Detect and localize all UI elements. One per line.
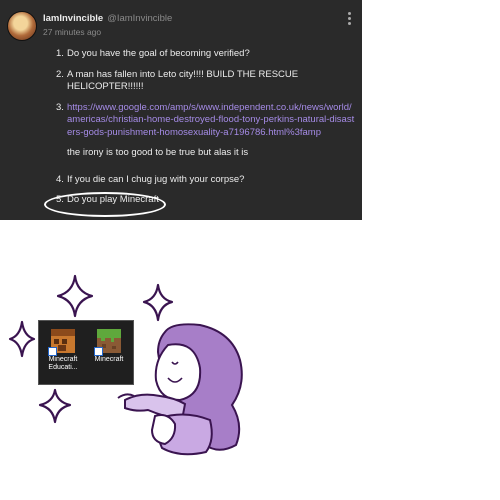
desktop-icon-label: Minecraft Educati...: [48, 356, 78, 371]
minecraft-grass-block-icon: [94, 328, 122, 356]
article-link[interactable]: https://www.google.com/amp/s/www.indepen…: [67, 102, 356, 140]
post-body: 1. Do you have the goal of becoming veri…: [56, 48, 356, 215]
sparkle-icon: [8, 320, 36, 358]
desktop-shortcuts: Minecraft Educati... Minecraft: [38, 320, 134, 385]
list-item-text: If you die can I chug jug with your corp…: [67, 173, 245, 185]
minecraft-education-icon: [48, 328, 76, 356]
shortcut-arrow-icon: [94, 347, 103, 356]
character-hand: [150, 414, 177, 446]
desktop-icon-minecraft-education[interactable]: Minecraft Educati...: [43, 328, 83, 372]
list-item-text: A man has fallen into Leto city!!!! BUIL…: [67, 68, 299, 93]
list-item: 1. Do you have the goal of becoming veri…: [56, 48, 356, 61]
desktop-icon-label: Minecraft: [94, 356, 124, 363]
list-item: 3. https://www.google.com/amp/s/www.inde…: [56, 101, 356, 140]
post-comment-text: the irony is too good to be true but ala…: [67, 147, 249, 158]
avatar[interactable]: [7, 11, 37, 41]
more-options-icon[interactable]: [344, 12, 354, 26]
sparkle-icon: [56, 274, 94, 318]
list-item: 4. If you die can I chug jug with your c…: [56, 174, 356, 187]
highlight-circle: [44, 192, 166, 217]
list-item-text: Do you have the goal of becoming verifie…: [67, 48, 250, 59]
username[interactable]: IamInvincible: [43, 13, 103, 24]
post-author[interactable]: IamInvincible @IamInvincible: [43, 13, 172, 24]
sparkle-icon: [142, 283, 174, 322]
sparkle-icon: [38, 388, 72, 424]
user-handle: @IamInvincible: [107, 13, 173, 24]
character-face: [154, 343, 202, 402]
post-card: IamInvincible @IamInvincible 27 minutes a…: [0, 0, 362, 220]
list-item: 2. A man has fallen into Leto city!!!! B…: [56, 69, 356, 94]
post-timestamp[interactable]: 27 minutes ago: [43, 27, 101, 37]
shortcut-arrow-icon: [48, 347, 57, 356]
desktop-icon-minecraft[interactable]: Minecraft: [89, 328, 129, 364]
